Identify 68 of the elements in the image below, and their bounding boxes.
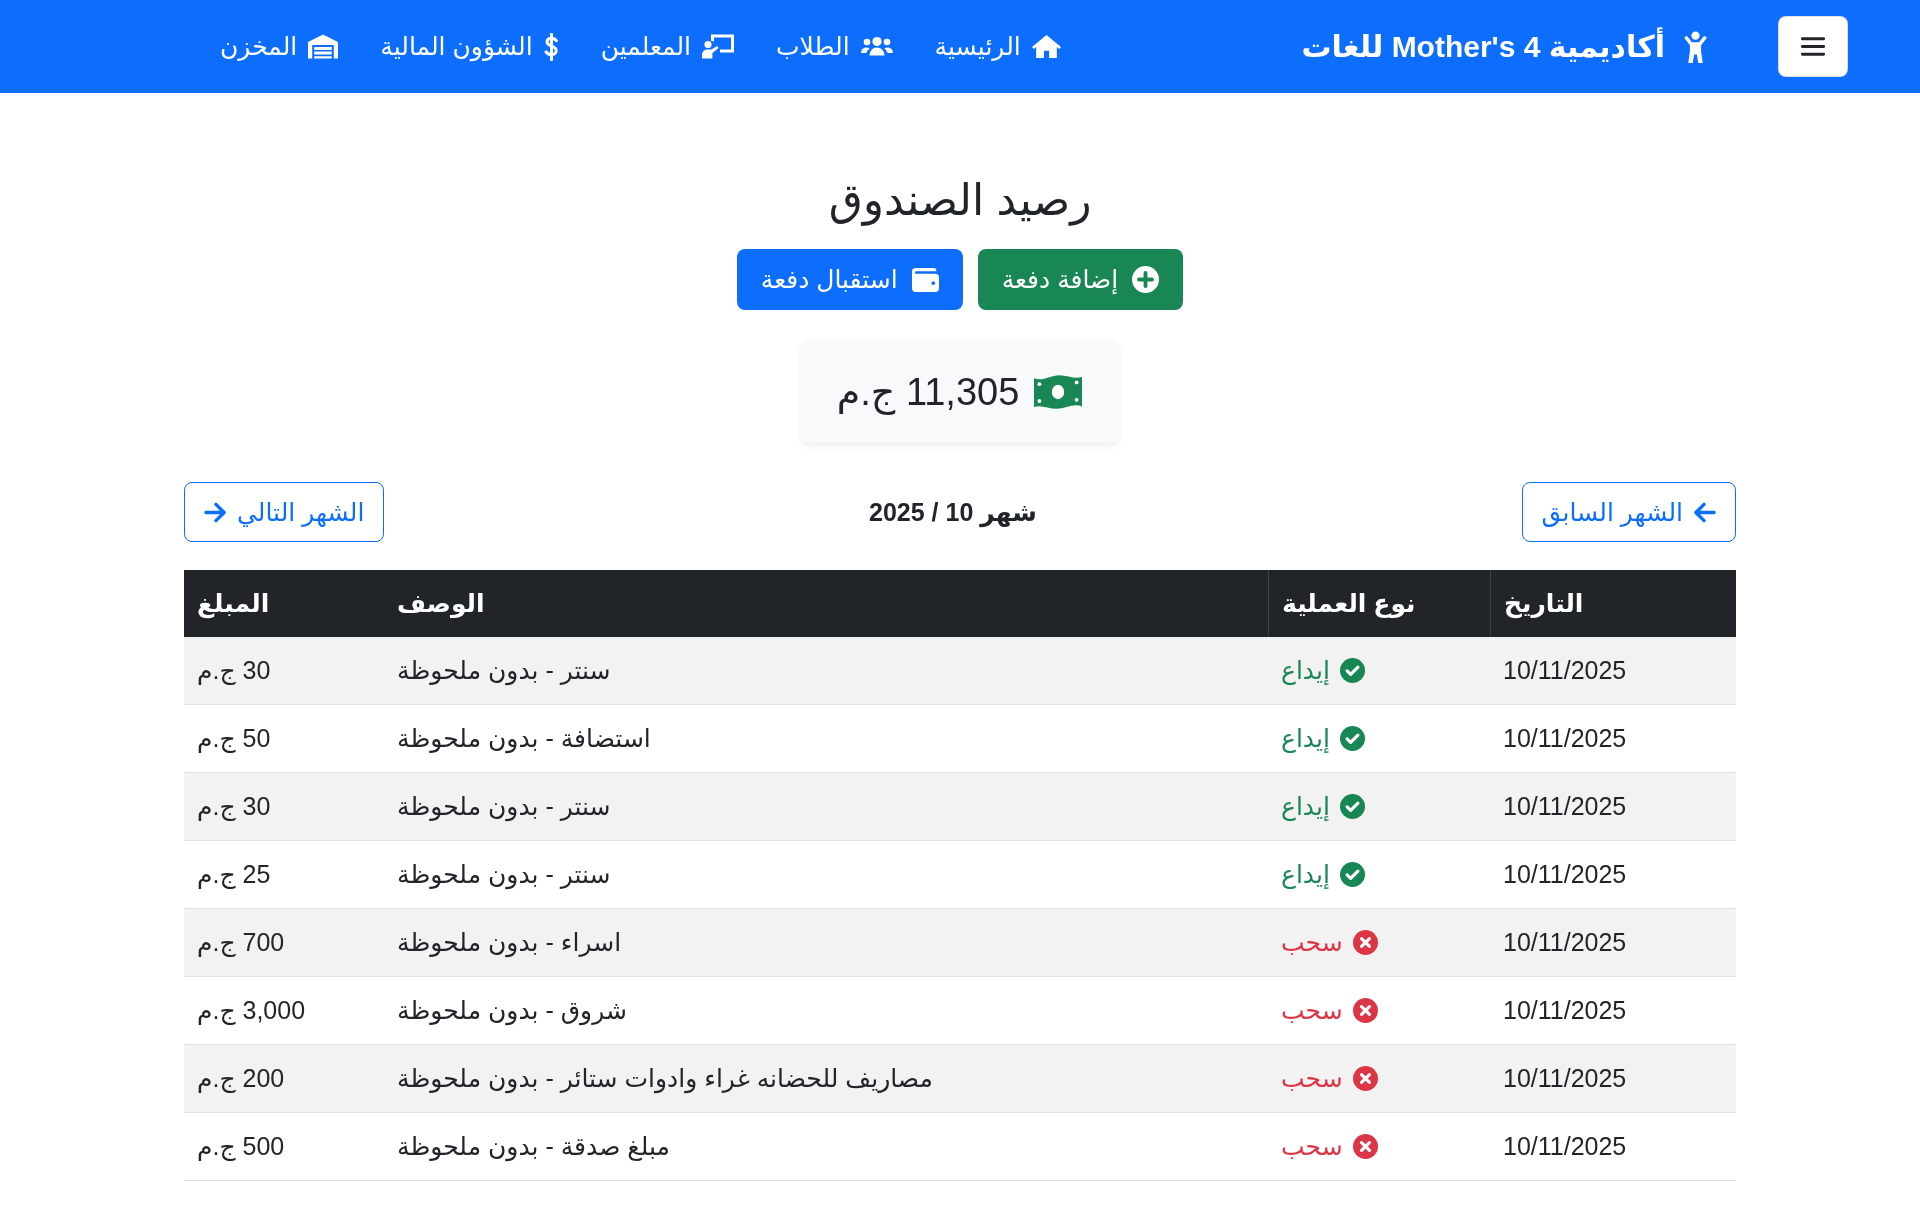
previous-month-button[interactable]: الشهر السابق bbox=[1521, 482, 1736, 542]
balance-amount: 11,305 ج.م bbox=[836, 369, 1020, 414]
page-title: رصيد الصندوق bbox=[828, 174, 1092, 227]
transaction-type: سحب bbox=[1281, 996, 1343, 1025]
transaction-type: إيداع bbox=[1281, 860, 1330, 889]
nav-link[interactable]: الرئيسية bbox=[934, 32, 1061, 61]
x-circle-icon bbox=[1352, 998, 1378, 1023]
transaction-amount: 30 ج.م bbox=[197, 656, 271, 685]
nav-link[interactable]: الطلاب bbox=[776, 32, 893, 61]
nav-link[interactable]: المعلمين bbox=[600, 32, 735, 61]
nav-link[interactable]: المخزن bbox=[220, 32, 339, 61]
transaction-type: سحب bbox=[1281, 1064, 1343, 1093]
menu-icon bbox=[1801, 36, 1825, 57]
transaction-date: 10/11/2025 bbox=[1503, 656, 1627, 685]
transaction-type: إيداع bbox=[1281, 724, 1330, 753]
transaction-date: 10/11/2025 bbox=[1503, 860, 1627, 889]
column-header: المبلغ bbox=[196, 588, 271, 621]
x-circle-icon bbox=[1352, 1134, 1378, 1159]
transaction-type: سحب bbox=[1281, 1132, 1343, 1161]
transaction-amount: 500 ج.م bbox=[197, 1132, 285, 1161]
transaction-description: استضافة - بدون ملحوظة bbox=[397, 724, 651, 753]
transaction-amount: 25 ج.م bbox=[197, 860, 271, 889]
transaction-date: 10/11/2025 bbox=[1503, 996, 1627, 1025]
transaction-date: 10/11/2025 bbox=[1503, 724, 1627, 753]
transaction-description: اسراء - بدون ملحوظة bbox=[397, 928, 622, 957]
transaction-amount: 3,000 ج.م bbox=[197, 996, 306, 1025]
transaction-type: إيداع bbox=[1281, 656, 1330, 685]
next-month-button[interactable]: الشهر التالي bbox=[184, 482, 385, 542]
plus-circle-icon bbox=[1132, 266, 1160, 293]
menu-button[interactable] bbox=[1778, 16, 1848, 77]
transaction-amount: 200 ج.م bbox=[197, 1064, 285, 1093]
receive-payment-button[interactable]: استقبال دفعة bbox=[736, 249, 963, 310]
warehouse-icon bbox=[308, 34, 339, 59]
transaction-amount: 700 ج.م bbox=[197, 928, 285, 957]
teacher-icon bbox=[702, 34, 735, 59]
x-circle-icon bbox=[1352, 930, 1378, 955]
house-icon bbox=[1031, 34, 1061, 59]
transaction-description: مبلغ صدقة - بدون ملحوظة bbox=[397, 1132, 670, 1161]
arrow-right-icon bbox=[204, 501, 227, 523]
nav-link[interactable]: الشؤون المالية bbox=[380, 32, 559, 61]
transaction-amount: 50 ج.م bbox=[197, 724, 271, 753]
users-icon bbox=[860, 34, 893, 59]
transaction-type: إيداع bbox=[1281, 792, 1330, 821]
banknote-icon bbox=[1033, 373, 1084, 410]
wallet-icon bbox=[911, 266, 939, 293]
month-label: شهر 10 / 2025 bbox=[869, 497, 1037, 527]
brand-link[interactable]: أكاديمية Mother's 4 للغات bbox=[1301, 29, 1708, 64]
transaction-description: سنتر - بدون ملحوظة bbox=[397, 656, 611, 685]
dollar-icon bbox=[543, 32, 559, 61]
transaction-date: 10/11/2025 bbox=[1503, 1064, 1627, 1093]
child-icon bbox=[1683, 30, 1708, 63]
transaction-amount: 30 ج.م bbox=[197, 792, 271, 821]
transaction-description: مصاريف للحضانه غراء وادوات ستائر - بدون ملحوظة bbox=[397, 1064, 933, 1093]
transaction-description: شروق - بدون ملحوظة bbox=[397, 996, 627, 1025]
transaction-date: 10/11/2025 bbox=[1503, 1132, 1627, 1161]
column-header: الوصف bbox=[396, 588, 486, 620]
check-circle-icon bbox=[1339, 862, 1365, 887]
transaction-description: سنتر - بدون ملحوظة bbox=[397, 792, 611, 821]
transaction-description: سنتر - بدون ملحوظة bbox=[397, 860, 611, 889]
check-circle-icon bbox=[1339, 726, 1365, 751]
check-circle-icon bbox=[1339, 794, 1365, 819]
transaction-type: سحب bbox=[1281, 928, 1343, 957]
transaction-date: 10/11/2025 bbox=[1503, 928, 1627, 957]
add-payment-button[interactable]: إضافة دفعة bbox=[977, 249, 1184, 310]
arrow-left-icon bbox=[1693, 501, 1716, 523]
check-circle-icon bbox=[1339, 658, 1365, 683]
transaction-date: 10/11/2025 bbox=[1503, 792, 1627, 821]
x-circle-icon bbox=[1352, 1066, 1378, 1091]
